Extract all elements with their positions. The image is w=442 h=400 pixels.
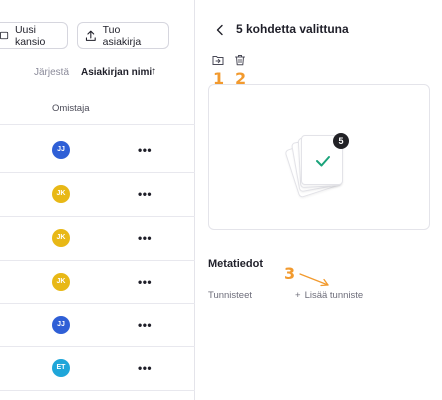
owner-avatar: JK xyxy=(52,272,70,291)
document-list-pane: Uusi kansio Tuo asiakirja Järjestä Asiak… xyxy=(0,0,195,400)
import-document-label: Tuo asiakirja xyxy=(102,23,142,48)
plus-icon: + xyxy=(295,290,301,301)
selection-title: 5 kohdetta valittuna xyxy=(236,22,349,36)
owner-avatar: JJ xyxy=(52,315,70,334)
selected-count-badge: 5 xyxy=(333,133,349,149)
back-chevron-icon[interactable] xyxy=(215,24,225,36)
row-more-options-button[interactable]: ••• xyxy=(138,143,152,157)
tags-field-label: Tunnisteet xyxy=(208,290,253,301)
annotation-arrow-icon xyxy=(299,273,329,287)
table-header-divider xyxy=(0,124,195,125)
selection-details-pane: 5 kohdetta valittuna 1 2 5 Metatiedot 3 … xyxy=(196,0,442,400)
owner-avatar: ET xyxy=(52,358,70,377)
row-more-options-button[interactable]: ••• xyxy=(138,361,152,375)
add-tag-button[interactable]: + Lisää tunniste xyxy=(295,290,363,301)
owner-avatar: JJ xyxy=(52,140,70,159)
sort-control: Järjestä Asiakirjan nimi ↑ xyxy=(0,66,195,81)
sort-label: Järjestä xyxy=(34,67,70,78)
owner-column-header[interactable]: Omistaja xyxy=(52,103,89,114)
add-tag-label: Lisää tunniste xyxy=(304,290,364,301)
selection-preview: 5 xyxy=(208,84,430,230)
new-folder-button[interactable]: Uusi kansio xyxy=(0,22,68,49)
metadata-section-title: Metatiedot xyxy=(208,258,263,270)
annotation-number-3: 3 xyxy=(284,264,296,283)
table-row[interactable]: JK ••• xyxy=(0,216,195,259)
row-more-options-button[interactable]: ••• xyxy=(138,318,152,332)
folder-icon xyxy=(0,31,9,40)
table-row[interactable]: JJ ••• xyxy=(0,128,195,171)
trash-icon[interactable] xyxy=(234,54,246,66)
owner-avatar: JK xyxy=(52,228,70,247)
upload-icon xyxy=(85,30,96,41)
row-more-options-button[interactable]: ••• xyxy=(138,275,152,289)
row-divider xyxy=(0,390,195,391)
table-row[interactable]: JK ••• xyxy=(0,260,195,303)
document-stack-icon: 5 xyxy=(284,129,353,199)
row-more-options-button[interactable]: ••• xyxy=(138,187,152,201)
sort-by-name-button[interactable]: Asiakirjan nimi xyxy=(81,67,152,78)
move-to-folder-icon[interactable] xyxy=(212,54,224,66)
row-more-options-button[interactable]: ••• xyxy=(138,231,152,245)
table-row[interactable]: JJ ••• xyxy=(0,303,195,346)
sort-ascending-arrow-icon[interactable]: ↑ xyxy=(151,66,156,77)
table-row[interactable]: ET ••• xyxy=(0,346,195,389)
import-document-button[interactable]: Tuo asiakirja xyxy=(77,22,169,49)
table-row[interactable]: JK ••• xyxy=(0,172,195,215)
new-folder-label: Uusi kansio xyxy=(14,23,46,48)
owner-avatar: JK xyxy=(52,184,70,203)
